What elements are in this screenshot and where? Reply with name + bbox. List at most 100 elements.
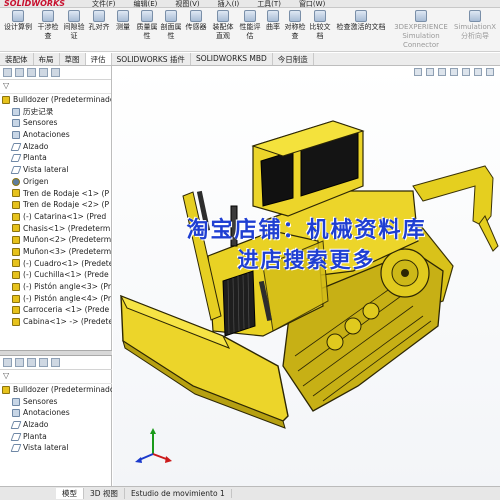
tree-item[interactable]: 历史记录	[0, 106, 111, 118]
ribbon-button[interactable]: 剖面属性	[160, 8, 182, 52]
tree-item[interactable]: Sensores	[0, 396, 112, 408]
ribbon-tool-icon	[267, 10, 279, 22]
tree-item[interactable]: (-) Pistón angle<4> (Pre	[0, 293, 111, 305]
tree-item[interactable]: Muñon<2> (Predeterm	[0, 234, 111, 246]
property-manager-icon[interactable]	[15, 68, 24, 77]
ribbon-label: 质量属	[136, 23, 158, 31]
command-tab[interactable]: SOLIDWORKS MBD	[191, 53, 273, 65]
part-icon	[12, 317, 20, 326]
ribbon-label: 3DEXPERIENCE	[394, 23, 448, 31]
property-manager-icon[interactable]	[15, 358, 24, 367]
command-tab[interactable]: 装配体	[0, 53, 34, 65]
command-tab[interactable]: 今日制造	[273, 53, 314, 65]
tree-item-label: (-) Cuadro<1> (Predete	[23, 258, 112, 268]
plane-icon	[10, 444, 22, 453]
tree-item[interactable]: Bulldozer (Predeterminado	[0, 384, 112, 396]
tree-item[interactable]: Anotaciones	[0, 129, 111, 141]
ribbon-label-line2: 性	[143, 32, 151, 40]
part-icon	[12, 224, 20, 233]
bottom-tab[interactable]: 模型	[56, 488, 84, 499]
ribbon-label: 检查激活的文档	[336, 23, 386, 31]
tree-item[interactable]: Tren de Rodaje <1> (P	[0, 188, 111, 200]
tree-item[interactable]: Chasis<1> (Predetermi	[0, 223, 111, 235]
ribbon-button[interactable]: 对称检查	[284, 8, 306, 52]
ribbon-button[interactable]: 孔对齐	[88, 8, 110, 52]
tree-item-label: Alzado	[23, 420, 49, 430]
bottom-tab[interactable]: Estudio de movimiento 1	[125, 489, 232, 498]
ribbon-button[interactable]: 比较文档	[308, 8, 332, 52]
ribbon-button[interactable]: 装配体 直观	[210, 8, 236, 52]
display-manager-icon[interactable]	[51, 358, 60, 367]
tree-item[interactable]: Bulldozer (Predeterminado	[0, 94, 111, 106]
configuration-icon[interactable]	[27, 68, 36, 77]
command-tab[interactable]: 草图	[60, 53, 86, 65]
display-manager-icon[interactable]	[51, 68, 60, 77]
ribbon-button[interactable]: 传感器	[184, 8, 208, 52]
tree-item[interactable]: Alzado	[0, 141, 111, 153]
ribbon-button[interactable]: 3DEXPERIENCE Simulation Connector	[392, 8, 450, 52]
folder-icon	[12, 119, 20, 128]
tree-item[interactable]: (-) Catarina<1> (Pred	[0, 211, 111, 223]
command-tab[interactable]: 布局	[34, 53, 60, 65]
ribbon-label: 剖面属	[160, 23, 182, 31]
feature-tree-icon[interactable]	[3, 358, 12, 367]
ribbon-button[interactable]: SimulationX 分析向导	[450, 8, 500, 52]
bottom-tab[interactable]: 3D 视图	[84, 488, 125, 499]
tree-item[interactable]: Muñon<3> (Predeterm	[0, 246, 111, 258]
part-icon	[12, 282, 20, 291]
bulldozer-model[interactable]	[113, 66, 500, 486]
ribbon-button[interactable]: 性能评估	[238, 8, 262, 52]
ribbon-tool-icon	[415, 10, 427, 22]
command-manager-tabs: 装配体 布局 草图 评估 SOLIDWORKS 插件 SOLIDWORKS MBD 今日制造	[0, 53, 500, 66]
ribbon-button[interactable]: 测量	[112, 8, 134, 52]
tree-item[interactable]: (-) Cuchilla<1> (Prede	[0, 269, 111, 281]
ribbon-tool-icon	[117, 10, 129, 22]
plane-icon	[10, 420, 22, 429]
tree-item[interactable]: Planta	[0, 152, 111, 164]
ribbon-button[interactable]: 间隙验证	[62, 8, 86, 52]
tree-item-label: Origen	[23, 176, 49, 186]
tree-item[interactable]: Carroceria <1> (Prede	[0, 304, 111, 316]
tree-item-label: Muñon<3> (Predeterm	[23, 246, 112, 256]
ribbon-tool-icon	[314, 10, 326, 22]
filter-icon[interactable]: ▽	[0, 370, 112, 384]
ribbon-button[interactable]: 干涉检查	[36, 8, 60, 52]
plane-icon	[10, 432, 22, 441]
command-tab[interactable]: 评估	[85, 53, 112, 65]
ribbon-tool-icon	[12, 10, 24, 22]
ribbon-button[interactable]: 曲率	[264, 8, 282, 52]
tree-item[interactable]: Origen	[0, 176, 111, 188]
ribbon-button[interactable]: 检查激活的文档	[334, 8, 388, 52]
configuration-icon[interactable]	[27, 358, 36, 367]
tree-item[interactable]: Vista lateral	[0, 164, 111, 176]
dimxpert-icon[interactable]	[39, 68, 48, 77]
tree-item[interactable]: (-) Pistón angle<3> (Pre	[0, 281, 111, 293]
tree-item[interactable]: Planta	[0, 431, 112, 443]
ribbon-tool-icon	[68, 10, 80, 22]
feature-tree-icon[interactable]	[3, 68, 12, 77]
bottom-tabs: 模型 3D 视图 Estudio de movimiento 1	[0, 486, 500, 500]
tree-item[interactable]: (-) Cuadro<1> (Predete	[0, 258, 111, 270]
tree-item-label: Vista lateral	[23, 165, 69, 175]
tree-item-label: (-) Catarina<1> (Pred	[23, 211, 107, 221]
tree-item[interactable]: Vista lateral	[0, 442, 112, 454]
dimxpert-icon[interactable]	[39, 358, 48, 367]
tree-item[interactable]: Cabina<1> -> (Predete	[0, 316, 111, 328]
tree-item[interactable]: Sensores	[0, 117, 111, 129]
filter-icon[interactable]: ▽	[0, 80, 111, 94]
part-icon	[12, 189, 20, 198]
tree-item-label: Carroceria <1> (Prede	[23, 305, 110, 315]
part-icon	[12, 271, 20, 280]
tree-item[interactable]: Tren de Rodaje <2> (P	[0, 199, 111, 211]
ribbon-button[interactable]: 设计算例	[2, 8, 34, 52]
ribbon-button[interactable]: 质量属性	[136, 8, 158, 52]
tree-item-label: Planta	[23, 153, 47, 163]
tree-item[interactable]: Alzado	[0, 419, 112, 431]
ribbon-label: 测量	[116, 23, 130, 31]
plane-icon	[10, 142, 22, 151]
graphics-viewport[interactable]: 淘宝店铺：机械资料库 进店搜索更多	[113, 66, 500, 486]
panel-toolbar-lower	[0, 356, 112, 370]
tree-item-label: Chasis<1> (Predetermi	[23, 223, 112, 233]
command-tab[interactable]: SOLIDWORKS 插件	[112, 53, 191, 65]
tree-item[interactable]: Anotaciones	[0, 407, 112, 419]
